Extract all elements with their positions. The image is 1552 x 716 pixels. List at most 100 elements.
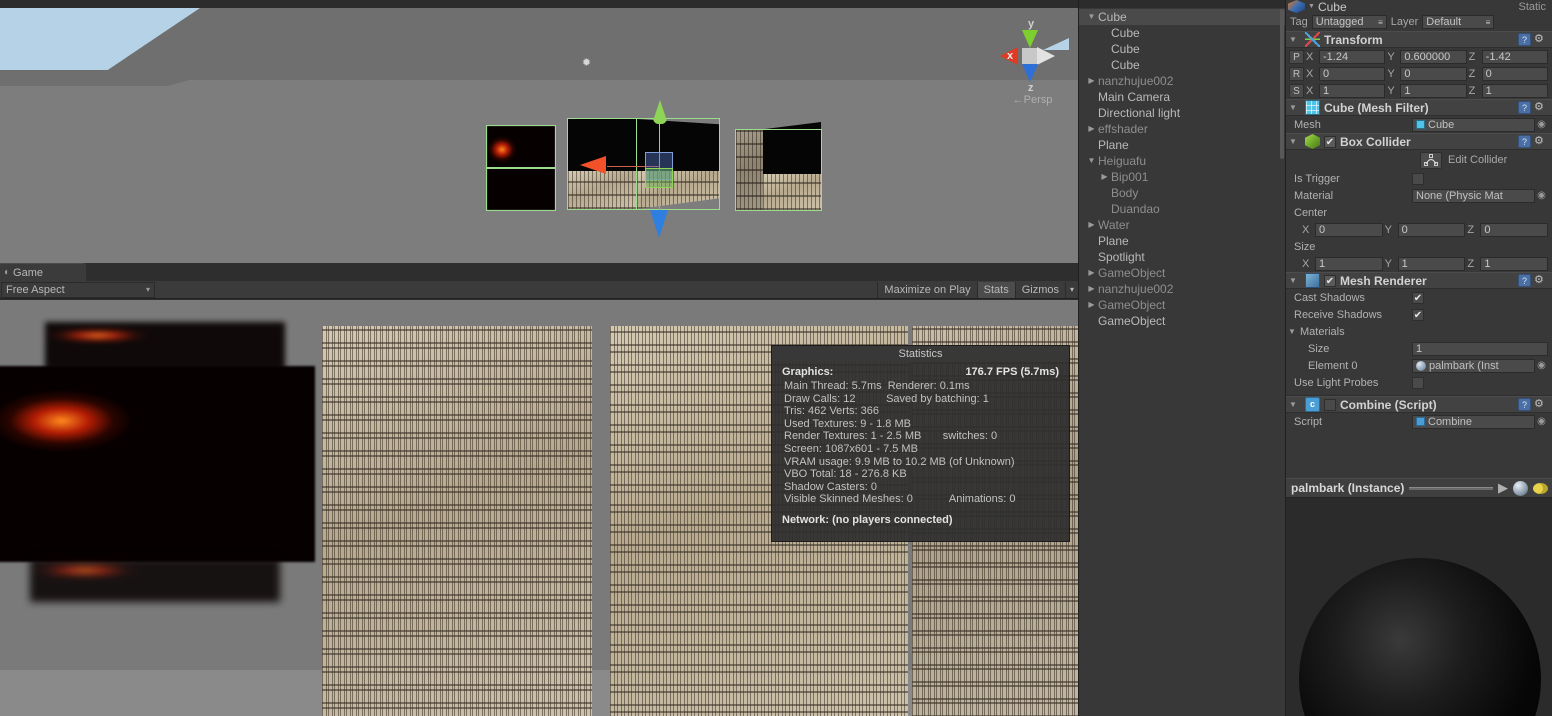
preview-lighting-icon[interactable] <box>1533 482 1548 494</box>
hierarchy-item-cube[interactable]: Cube <box>1079 9 1285 25</box>
hierarchy-item-gameobject[interactable]: GameObject <box>1079 265 1285 281</box>
chevron-down-icon[interactable]: ▼ <box>1289 400 1301 409</box>
component-header-transform[interactable]: ▼ Transform ? ⚙ <box>1286 31 1552 48</box>
mesh-picker-icon[interactable]: ◉ <box>1535 119 1548 130</box>
center-y-field[interactable]: 0 <box>1397 222 1466 237</box>
combine-script-enabled-checkbox[interactable] <box>1324 398 1336 411</box>
hierarchy-item-plane[interactable]: Plane <box>1079 233 1285 249</box>
gizmos-button[interactable]: Gizmos <box>1014 281 1065 298</box>
script-object-field[interactable]: Combine <box>1412 414 1535 429</box>
position-x-field[interactable]: -1.24 <box>1319 49 1386 64</box>
hierarchy-item-duandao[interactable]: Duandao <box>1079 201 1285 217</box>
edit-collider-button[interactable] <box>1420 151 1442 169</box>
move-gizmo-x-arrow[interactable] <box>580 156 606 174</box>
hierarchy-item-main-camera[interactable]: Main Camera <box>1079 89 1285 105</box>
hierarchy-item-nanzhujue002[interactable]: nanzhujue002 <box>1079 73 1285 89</box>
rotation-y-field[interactable]: 0 <box>1400 66 1467 81</box>
chevron-right-icon[interactable] <box>1085 121 1098 137</box>
rotation-x-field[interactable]: 0 <box>1319 66 1386 81</box>
component-header-box-collider[interactable]: ▼ ✔ Box Collider ? ⚙ <box>1286 133 1552 150</box>
static-checkbox-label[interactable]: Static <box>1518 1 1552 13</box>
material-preview-slider[interactable] <box>1409 486 1493 490</box>
game-view[interactable]: ◐ Game Free Aspect ▾ Maximize on Play St… <box>0 263 1078 716</box>
size-x-field[interactable]: 1 <box>1315 256 1383 271</box>
materials-element0-field[interactable]: palmbark (Inst <box>1412 358 1535 373</box>
gear-icon[interactable]: ⚙ <box>1534 135 1548 148</box>
script-picker-icon[interactable]: ◉ <box>1535 416 1548 427</box>
gear-icon[interactable]: ⚙ <box>1534 398 1548 411</box>
hierarchy-item-water[interactable]: Water <box>1079 217 1285 233</box>
chevron-down-icon[interactable]: ▼ <box>1308 3 1315 10</box>
collider-material-picker-icon[interactable]: ◉ <box>1535 190 1548 201</box>
inspector-panel[interactable]: ▼ Cube Static Tag Untagged ≡ Layer Defau… <box>1285 0 1552 716</box>
component-header-mesh-filter[interactable]: ▼ Cube (Mesh Filter) ? ⚙ <box>1286 99 1552 116</box>
rotation-badge[interactable]: R <box>1289 66 1304 81</box>
chevron-down-icon[interactable]: ▼ <box>1289 103 1301 112</box>
statistics-overlay[interactable]: Statistics Graphics: 176.7 FPS (5.7ms) M… <box>771 345 1070 542</box>
position-y-field[interactable]: 0.600000 <box>1400 49 1467 64</box>
hierarchy-item-cube[interactable]: Cube <box>1079 25 1285 41</box>
hierarchy-item-heiguafu[interactable]: Heiguafu <box>1079 153 1285 169</box>
cast-shadows-checkbox[interactable]: ✔ <box>1412 291 1424 304</box>
scale-z-field[interactable]: 1 <box>1481 83 1548 98</box>
chevron-right-icon[interactable] <box>1085 281 1098 297</box>
scene-object-bark-cube-3[interactable] <box>735 122 822 211</box>
materials-element0-picker-icon[interactable]: ◉ <box>1535 360 1548 371</box>
hierarchy-item-cube[interactable]: Cube <box>1079 41 1285 57</box>
chevron-right-icon[interactable] <box>1098 169 1111 185</box>
maximize-on-play-button[interactable]: Maximize on Play <box>877 281 977 298</box>
layer-dropdown[interactable]: Default ≡ <box>1422 15 1495 29</box>
chevron-down-icon[interactable] <box>1085 9 1098 25</box>
hierarchy-item-bip001[interactable]: Bip001 <box>1079 169 1285 185</box>
chevron-down-icon[interactable] <box>1085 153 1098 169</box>
hierarchy-panel[interactable]: Cube Cube Cube Cube nanzhujue002 Main Camera D… <box>1078 0 1285 716</box>
position-z-field[interactable]: -1.42 <box>1481 49 1548 64</box>
chevron-right-icon[interactable] <box>1085 297 1098 313</box>
move-gizmo-plane-handle[interactable] <box>645 168 673 188</box>
hierarchy-item-body[interactable]: Body <box>1079 185 1285 201</box>
hierarchy-item-nanzhujue002[interactable]: nanzhujue002 <box>1079 281 1285 297</box>
component-header-mesh-renderer[interactable]: ▼ ✔ Mesh Renderer ? ⚙ <box>1286 272 1552 289</box>
move-gizmo[interactable] <box>540 100 720 250</box>
rotation-z-field[interactable]: 0 <box>1481 66 1548 81</box>
game-render-canvas[interactable]: Statistics Graphics: 176.7 FPS (5.7ms) M… <box>0 300 1078 716</box>
help-icon[interactable]: ? <box>1518 101 1531 114</box>
chevron-down-icon[interactable]: ▼ <box>1289 35 1301 44</box>
material-preview-header[interactable]: palmbark (Instance) ▶ <box>1286 478 1552 498</box>
hierarchy-item-gameobject[interactable]: GameObject <box>1079 297 1285 313</box>
scene-view[interactable]: ✹ y x z ←Persp <box>0 0 1078 263</box>
gizmo-y-cone[interactable] <box>1022 30 1038 48</box>
chevron-right-icon[interactable] <box>1085 265 1098 281</box>
materials-size-field[interactable]: 1 <box>1412 341 1548 356</box>
hierarchy-item-directional-light[interactable]: Directional light <box>1079 105 1285 121</box>
help-icon[interactable]: ? <box>1518 274 1531 287</box>
materials-section-row[interactable]: ▼ Materials <box>1286 323 1552 340</box>
is-trigger-checkbox[interactable] <box>1412 172 1424 185</box>
help-icon[interactable]: ? <box>1518 135 1531 148</box>
box-collider-enabled-checkbox[interactable]: ✔ <box>1324 135 1336 148</box>
hierarchy-item-cube[interactable]: Cube <box>1079 57 1285 73</box>
tab-game[interactable]: ◐ Game <box>0 263 86 281</box>
scale-badge[interactable]: S <box>1289 83 1304 98</box>
center-x-field[interactable]: 0 <box>1315 222 1383 237</box>
component-header-combine-script[interactable]: ▼ c Combine (Script) ? ⚙ <box>1286 396 1552 413</box>
material-preview-area[interactable] <box>1286 498 1552 716</box>
gizmo-projection-label[interactable]: ←Persp <box>995 94 1070 106</box>
chevron-down-icon[interactable]: ▼ <box>1289 137 1301 146</box>
hierarchy-item-effshader[interactable]: effshader <box>1079 121 1285 137</box>
inspector-object-name[interactable]: Cube <box>1318 0 1347 13</box>
scale-x-field[interactable]: 1 <box>1319 83 1386 98</box>
mesh-renderer-enabled-checkbox[interactable]: ✔ <box>1324 274 1336 287</box>
receive-shadows-checkbox[interactable]: ✔ <box>1412 308 1424 321</box>
hierarchy-list[interactable]: Cube Cube Cube Cube nanzhujue002 Main Camera D… <box>1079 9 1285 329</box>
help-icon[interactable]: ? <box>1518 33 1531 46</box>
move-gizmo-y-arrow[interactable] <box>652 100 668 124</box>
chevron-down-icon[interactable]: ▼ <box>1289 276 1301 285</box>
help-icon[interactable]: ? <box>1518 398 1531 411</box>
hierarchy-item-plane[interactable]: Plane <box>1079 137 1285 153</box>
gizmo-z-cone[interactable] <box>1022 64 1038 82</box>
size-z-field[interactable]: 1 <box>1480 256 1549 271</box>
use-light-probes-checkbox[interactable] <box>1412 376 1424 389</box>
chevron-down-icon[interactable]: ▼ <box>1288 327 1300 336</box>
chevron-right-icon[interactable] <box>1085 217 1098 233</box>
